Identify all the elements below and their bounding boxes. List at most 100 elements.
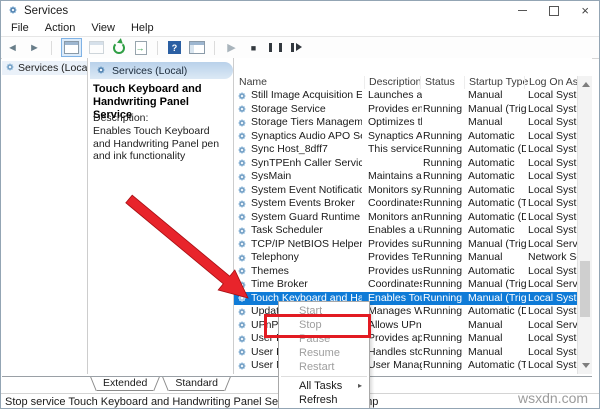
service-description-cell: Synaptics Au... <box>368 130 422 144</box>
service-description-cell: Coordinates ... <box>368 197 422 211</box>
service-name-cell: Still Image Acquisition Events <box>251 89 362 103</box>
service-row[interactable]: System Guard Runtime Mon...Monitors an..… <box>234 211 578 225</box>
service-logon-cell: Local System <box>528 346 578 360</box>
description-label: Description: <box>93 112 148 124</box>
menu-help[interactable]: Help <box>123 22 162 34</box>
context-menu-item-refresh[interactable]: Refresh <box>279 393 369 407</box>
stop-service-icon[interactable]: ■ <box>246 39 261 56</box>
pane-header-label: Services (Local) <box>112 65 187 77</box>
column-header-log-on-as[interactable]: Log On As <box>524 76 578 89</box>
service-row[interactable]: System Events BrokerCoordinates ...Runni… <box>234 197 578 211</box>
context-menu-item-restart[interactable]: Restart <box>279 360 369 374</box>
service-row[interactable]: Task SchedulerEnables a us...RunningAuto… <box>234 224 578 238</box>
service-logon-cell: Local System <box>528 103 578 117</box>
service-description-cell: Provides Tel... <box>368 251 422 265</box>
service-status-cell: Running <box>423 157 466 171</box>
scroll-up-icon[interactable] <box>582 82 590 87</box>
service-description-cell: Optimizes th... <box>368 116 422 130</box>
service-status-cell: Running <box>423 251 466 265</box>
service-row[interactable]: Storage ServiceProvides ena...RunningMan… <box>234 103 578 117</box>
service-row[interactable]: Synaptics Audio APO ServiceSynaptics Au.… <box>234 130 578 144</box>
restart-service-icon[interactable] <box>290 39 305 56</box>
tab-extended[interactable]: Extended <box>90 377 160 391</box>
service-description-cell: Provides sup... <box>368 238 422 252</box>
service-status-cell: Running <box>423 359 466 373</box>
service-startup-cell: Manual <box>468 89 526 103</box>
service-description-cell: Launches ap... <box>368 89 422 103</box>
menu-bar: FileActionViewHelp <box>1 20 599 36</box>
service-status-cell: Running <box>423 292 466 306</box>
submenu-arrow-icon: ▸ <box>358 379 362 393</box>
service-description-cell: Monitors sy... <box>368 184 422 198</box>
refresh-icon[interactable] <box>111 39 126 56</box>
show-hide-console-tree-icon[interactable] <box>189 39 205 56</box>
service-logon-cell: Local Service <box>528 319 578 333</box>
service-startup-cell: Manual <box>468 319 526 333</box>
minimize-button[interactable] <box>518 10 527 11</box>
column-header-status[interactable]: Status <box>420 76 455 89</box>
service-name-cell: SysMain <box>251 170 362 184</box>
menu-file[interactable]: File <box>3 22 37 34</box>
back-icon[interactable]: ◄ <box>5 39 20 56</box>
menu-action[interactable]: Action <box>37 22 84 34</box>
column-header-name[interactable]: Name <box>235 76 267 89</box>
service-startup-cell: Automatic <box>468 373 526 375</box>
service-logon-cell: Local System <box>528 211 578 225</box>
service-row[interactable]: System Event Notification S...Monitors s… <box>234 184 578 198</box>
pause-service-icon[interactable] <box>268 39 283 56</box>
service-status-cell: Running <box>423 224 466 238</box>
service-row[interactable]: SynTPEnh Caller ServiceRunningAutomaticL… <box>234 157 578 171</box>
service-logon-cell: Network Se... <box>528 251 578 265</box>
context-menu-item-resume[interactable]: Resume <box>279 346 369 360</box>
service-logon-cell: Local System <box>528 373 578 375</box>
service-logon-cell: Local System <box>528 170 578 184</box>
console-tree-pane: Services (Local) <box>2 58 88 374</box>
tab-standard[interactable]: Standard <box>162 377 231 391</box>
services-gear-icon <box>96 62 106 80</box>
service-status-cell: Running <box>423 197 466 211</box>
service-startup-cell: Automatic (De... <box>468 143 526 157</box>
service-row[interactable]: Storage Tiers ManagementOptimizes th...M… <box>234 116 578 130</box>
service-row[interactable]: Time BrokerCoordinates ...RunningManual … <box>234 278 578 292</box>
service-row[interactable]: Still Image Acquisition Events Launches a… <box>234 89 578 103</box>
menu-view[interactable]: View <box>83 22 123 34</box>
show-console-window-icon[interactable] <box>61 38 82 57</box>
service-row[interactable]: TCP/IP NetBIOS HelperProvides sup...Runn… <box>234 238 578 252</box>
service-startup-cell: Automatic <box>468 170 526 184</box>
service-logon-cell: Local Service <box>528 238 578 252</box>
service-startup-cell: Automatic (Tri... <box>468 359 526 373</box>
service-row[interactable]: SysMainMaintains a...RunningAutomaticLoc… <box>234 170 578 184</box>
service-logon-cell: Local System <box>528 184 578 198</box>
service-name-cell: Task Scheduler <box>251 224 362 238</box>
column-header-description[interactable]: Description <box>364 76 422 89</box>
scroll-down-icon[interactable] <box>582 363 590 368</box>
service-status-cell: Running <box>423 211 466 225</box>
help-icon[interactable]: ? <box>167 39 182 56</box>
service-startup-cell: Manual (Trigg... <box>468 292 526 306</box>
service-description-cell: Provides use... <box>368 265 422 279</box>
service-name-cell: Time Broker <box>251 278 362 292</box>
service-logon-cell: Local Service <box>528 278 578 292</box>
tree-item-services-local[interactable]: Services (Local) <box>2 61 87 75</box>
service-status-cell: Running <box>423 305 466 319</box>
context-menu-item-all-tasks[interactable]: All Tasks▸ <box>279 379 369 393</box>
new-window-icon[interactable] <box>89 39 104 56</box>
service-description-cell: Enables Tou... <box>368 292 422 306</box>
service-row[interactable]: Sync Host_8dff7This service ...RunningAu… <box>234 143 578 157</box>
service-row[interactable]: TelephonyProvides Tel...RunningManualNet… <box>234 251 578 265</box>
service-row[interactable]: ThemesProvides use...RunningAutomaticLoc… <box>234 265 578 279</box>
service-name-cell: TCP/IP NetBIOS Helper <box>251 238 362 252</box>
service-status-cell: Running <box>423 130 466 144</box>
services-window: Services × FileActionViewHelp ◄►?▶■ Serv… <box>0 0 600 409</box>
export-list-icon[interactable] <box>133 39 148 56</box>
maximize-button[interactable] <box>549 6 559 16</box>
forward-icon[interactable]: ► <box>27 39 42 56</box>
column-header-startup-type[interactable]: Startup Type <box>464 76 528 89</box>
toolbar-separator <box>214 41 215 55</box>
vertical-scrollbar[interactable] <box>577 76 592 374</box>
service-startup-cell: Manual (Trigg... <box>468 238 526 252</box>
start-service-icon[interactable]: ▶ <box>224 39 239 56</box>
scrollbar-thumb[interactable] <box>580 261 590 317</box>
stop-highlight-annotation <box>264 314 371 338</box>
close-button[interactable]: × <box>581 1 589 20</box>
